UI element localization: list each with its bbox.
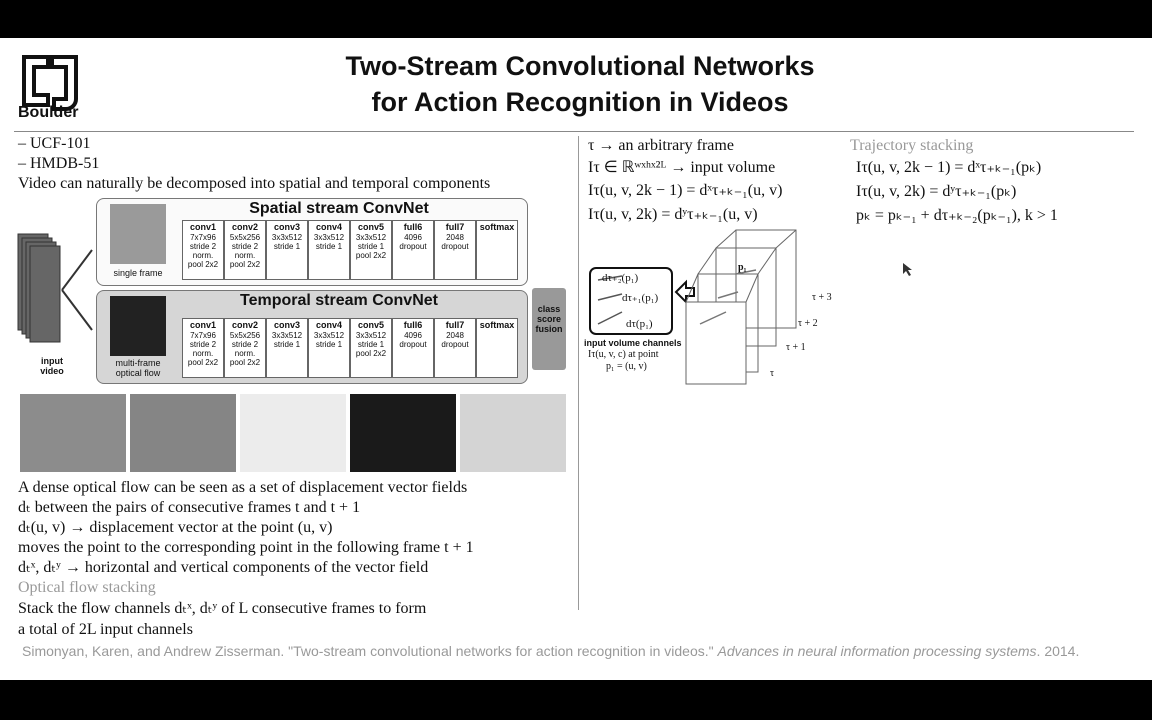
- mouse-cursor-icon: [903, 263, 912, 276]
- layer-conv5: conv5 3x3x512 stride 1 pool 2x2: [350, 318, 392, 378]
- layer-conv4: conv4 3x3x512 stride 1: [308, 318, 350, 378]
- bullet-ucf: – UCF-101: [18, 135, 91, 152]
- layer-conv1: conv1 7x7x96 stride 2 norm. pool 2x2: [182, 220, 224, 280]
- column-divider: [578, 136, 579, 610]
- layer-full6: full6 4096 dropout: [392, 318, 434, 378]
- flow-y: [460, 394, 566, 472]
- flow-x: [350, 394, 456, 472]
- layer-conv1: conv1 7x7x96 stride 2 norm. pool 2x2: [182, 318, 224, 378]
- flow-line-2: dₜ between the pairs of consecutive fram…: [18, 499, 361, 516]
- vector-label-2: dτ₊₁(p₁): [622, 292, 659, 304]
- logo-text: Boulder: [18, 104, 79, 121]
- two-stream-architecture: input video Spatial stream ConvNet Tempo…: [14, 196, 574, 388]
- frame-2: [130, 394, 236, 472]
- stacking-line-2: a total of 2L input channels: [18, 621, 193, 638]
- stacking-line-1: Stack the flow channels dₜˣ, dₜʸ of L co…: [18, 600, 427, 617]
- vector-label-3: dτ(p₁): [626, 318, 653, 330]
- flow-line-5: dₜˣ, dₜʸ → horizontal and vertical compo…: [18, 559, 429, 576]
- layer-conv3: conv3 3x3x512 stride 1: [266, 318, 308, 378]
- eq-line-2: Iτ ∈ ℝʷˣʰˣ²ᴸ → input volume: [588, 159, 776, 176]
- traj-line-1: Iτ(u, v, 2k − 1) = dˣτ₊ₖ₋₁(pₖ): [856, 159, 1042, 176]
- spatial-stream-title: Spatial stream ConvNet: [249, 200, 429, 217]
- traj-line-3: pₖ = pₖ₋₁ + dτ₊ₖ₋₂(pₖ₋₁), k > 1: [856, 207, 1058, 224]
- title-line-2: for Action Recognition in Videos: [371, 87, 789, 117]
- single-frame-thumbnail: [110, 204, 166, 264]
- frame-label-tau: τ: [770, 368, 775, 379]
- flow-example-strip: [20, 394, 568, 476]
- header-divider: [14, 131, 1134, 132]
- temporal-stream-title: Temporal stream ConvNet: [240, 292, 438, 309]
- frame-label-tau2: τ + 2: [798, 318, 818, 329]
- class-score-fusion-box: class score fusion: [532, 288, 566, 370]
- cube-point-label: p₁: [738, 262, 747, 273]
- layer-conv4: conv4 3x3x512 stride 1: [308, 220, 350, 280]
- eq-line-3: Iτ(u, v, 2k − 1) = dˣτ₊ₖ₋₁(u, v): [588, 182, 783, 199]
- flow-line-4: moves the point to the corresponding poi…: [18, 539, 474, 556]
- input-video-label: input video: [40, 356, 64, 376]
- layer-full7: full7 2048 dropout: [434, 220, 476, 280]
- input-video-stack-icon: [17, 233, 93, 343]
- single-frame-label: single frame: [113, 268, 163, 278]
- flow-line-3: dₜ(u, v) → displacement vector at the po…: [18, 519, 333, 536]
- layer-conv2: conv2 5x5x256 stride 2 norm. pool 2x2: [224, 318, 266, 378]
- at-point-label: Iτ(u, v, c) at point: [588, 349, 659, 360]
- bullet-hmdb: – HMDB-51: [18, 155, 100, 172]
- layer-conv5: conv5 3x3x512 stride 1 pool 2x2: [350, 220, 392, 280]
- optical-flow-label: multi-frame optical flow: [115, 358, 161, 378]
- layer-softmax: softmax: [476, 318, 518, 378]
- layer-softmax: softmax: [476, 220, 518, 280]
- trajectory-stacking-heading: Trajectory stacking: [850, 137, 974, 154]
- layer-full6: full6 4096 dropout: [392, 220, 434, 280]
- citation: Simonyan, Karen, and Andrew Zisserman. "…: [22, 643, 1080, 659]
- channels-label: input volume channels: [584, 338, 682, 348]
- frame-label-tau3: τ + 3: [812, 292, 832, 303]
- optical-flow-thumbnail: [110, 296, 166, 356]
- traj-line-2: Iτ(u, v, 2k) = dʸτ₊ₖ₋₁(pₖ): [856, 183, 1017, 200]
- layer-conv2: conv2 5x5x256 stride 2 norm. pool 2x2: [224, 220, 266, 280]
- layer-conv3: conv3 3x3x512 stride 1: [266, 220, 308, 280]
- slide: Boulder Two-Stream Convolutional Network…: [0, 38, 1152, 680]
- slide-title: Two-Stream Convolutional Networks for Ac…: [250, 48, 910, 120]
- layer-full7: full7 2048 dropout: [434, 318, 476, 378]
- frame-label-tau1: τ + 1: [786, 342, 806, 353]
- point-eq-label: p₁ = (u, v): [606, 361, 647, 372]
- title-line-1: Two-Stream Convolutional Networks: [345, 51, 815, 81]
- frame-1: [20, 394, 126, 472]
- vector-label-1: dτ₊₂(p₁): [602, 272, 639, 284]
- optical-flow-stacking-heading: Optical flow stacking: [18, 579, 156, 596]
- intro-line: Video can naturally be decomposed into s…: [18, 175, 491, 192]
- flow-field: [240, 394, 346, 472]
- eq-line-4: Iτ(u, v, 2k) = dʸτ₊ₖ₋₁(u, v): [588, 206, 758, 223]
- eq-line-1: τ → an arbitrary frame: [588, 137, 734, 154]
- flow-line-1: A dense optical flow can be seen as a se…: [18, 479, 468, 496]
